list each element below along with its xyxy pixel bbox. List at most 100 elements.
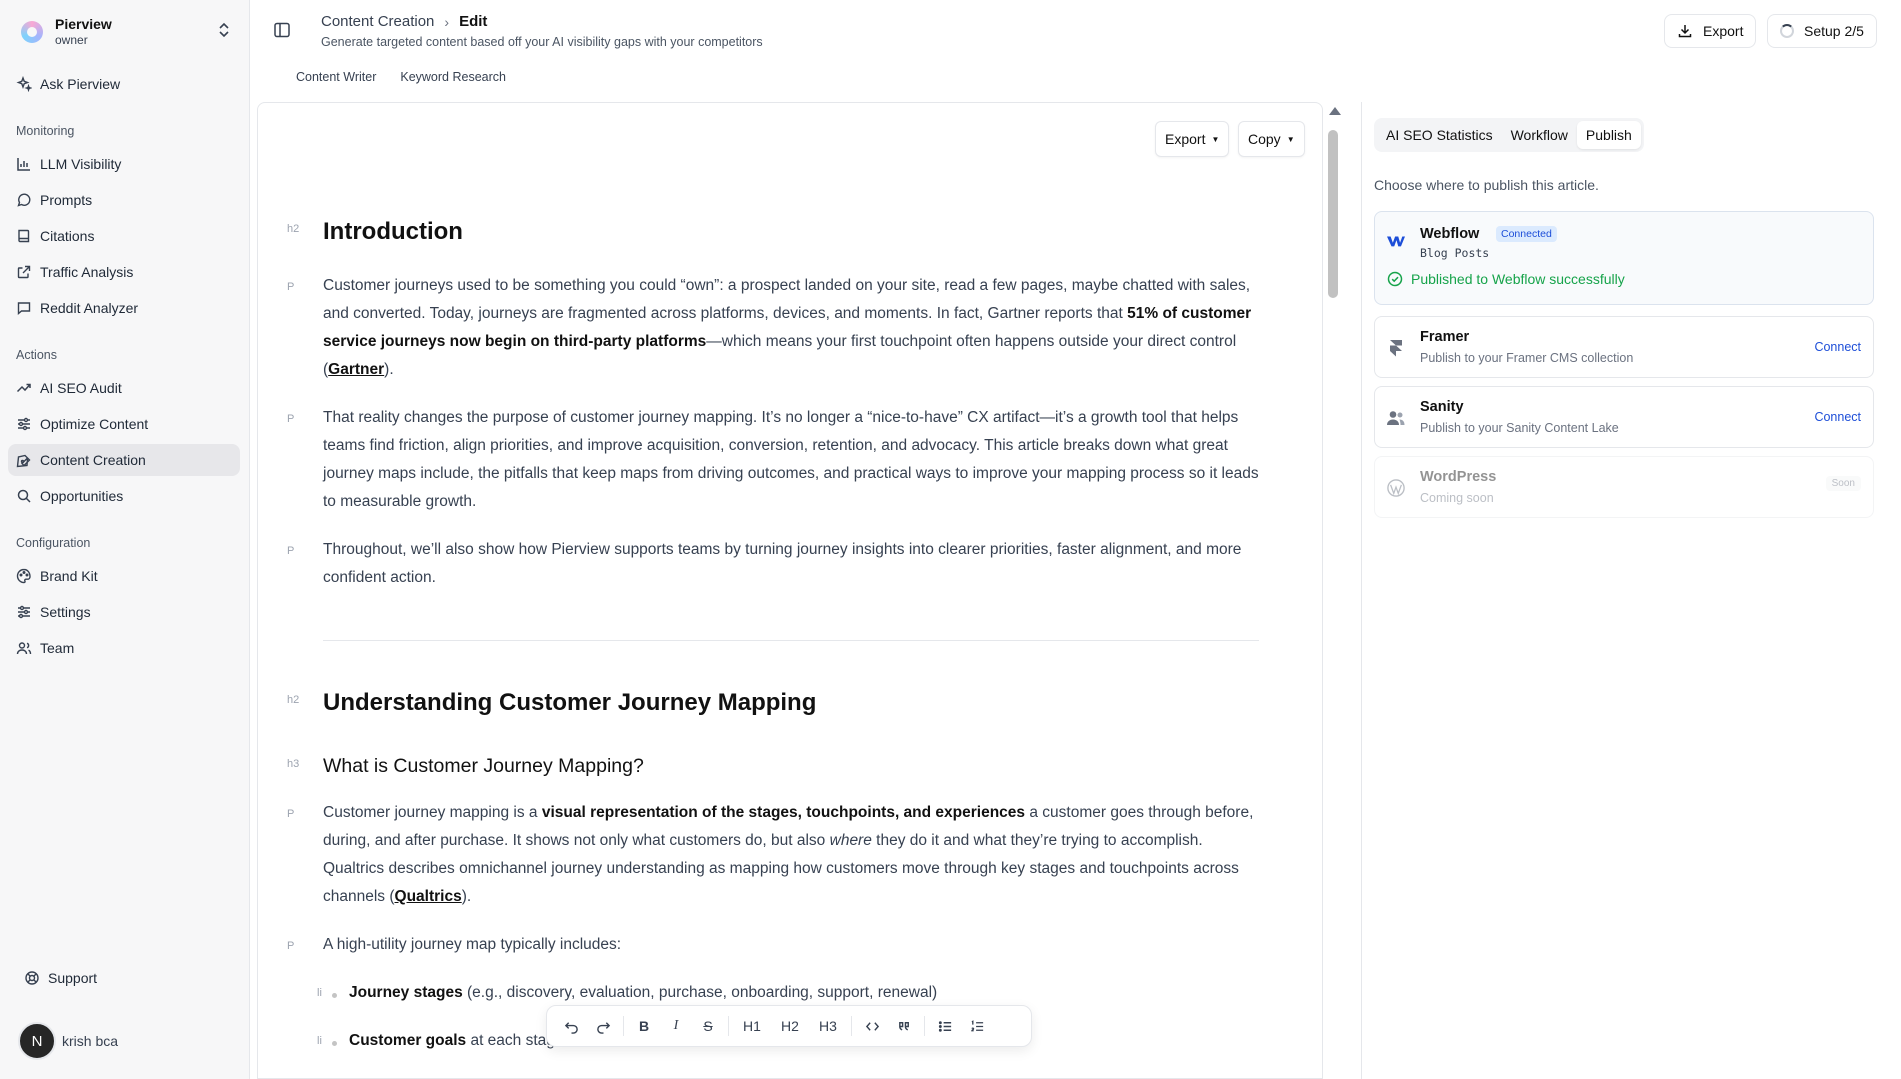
export-button[interactable]: Export bbox=[1664, 14, 1757, 48]
tab-content-writer[interactable]: Content Writer bbox=[284, 66, 388, 88]
nav-label: Ask Pierview bbox=[40, 76, 121, 92]
list-icon bbox=[938, 1020, 951, 1032]
pen-tool-icon bbox=[16, 452, 32, 468]
user-menu[interactable]: N krish bca bbox=[18, 1022, 118, 1060]
citation-link-gartner[interactable]: Gartner bbox=[328, 361, 384, 378]
heading-understanding[interactable]: Understanding Customer Journey Mapping bbox=[323, 689, 1259, 717]
workspace-logo bbox=[21, 21, 43, 43]
h2-button[interactable]: H2 bbox=[771, 1012, 809, 1040]
code-button[interactable] bbox=[856, 1012, 888, 1040]
check-circle-icon bbox=[1387, 271, 1403, 287]
tab-publish[interactable]: Publish bbox=[1576, 121, 1641, 149]
editor-scrollbar[interactable] bbox=[1326, 102, 1341, 1079]
nav-label: LLM Visibility bbox=[40, 156, 122, 172]
publish-instructions: Choose where to publish this article. bbox=[1374, 177, 1599, 193]
nav-opportunities[interactable]: Opportunities bbox=[8, 480, 240, 512]
italic-button[interactable]: I bbox=[660, 1012, 692, 1040]
tab-ai-seo-statistics[interactable]: AI SEO Statistics bbox=[1377, 121, 1502, 149]
connected-badge: Connected bbox=[1496, 226, 1557, 242]
nav-settings[interactable]: Settings bbox=[8, 596, 240, 628]
integration-card-webflow[interactable]: Webflow Connected Blog Posts Published t… bbox=[1374, 211, 1874, 305]
breadcrumb-content-creation[interactable]: Content Creation bbox=[321, 13, 434, 30]
bold-button[interactable]: B bbox=[628, 1012, 660, 1040]
tab-workflow[interactable]: Workflow bbox=[1502, 121, 1577, 149]
nav-content-creation[interactable]: Content Creation bbox=[8, 444, 240, 476]
h3-button[interactable]: H3 bbox=[809, 1012, 847, 1040]
connect-framer-button[interactable]: Connect bbox=[1814, 340, 1861, 354]
support-link[interactable]: Support bbox=[16, 962, 240, 994]
format-toolbar: B I S H1 H2 H3 bbox=[546, 1005, 1032, 1047]
chevron-right-icon: › bbox=[444, 13, 450, 30]
redo-button[interactable] bbox=[587, 1012, 619, 1040]
list-ordered-icon bbox=[970, 1019, 983, 1031]
editor-export-dropdown[interactable]: Export ▼ bbox=[1155, 121, 1230, 157]
setup-progress-button[interactable]: Setup 2/5 bbox=[1767, 14, 1877, 48]
content-tabs: Content Writer Keyword Research bbox=[284, 66, 518, 88]
quote-button[interactable] bbox=[888, 1012, 920, 1040]
caret-down-icon: ▼ bbox=[1211, 134, 1220, 144]
sidebar-toggle-icon[interactable] bbox=[272, 20, 294, 42]
copy-dropdown-label: Copy bbox=[1248, 131, 1281, 147]
list-item[interactable]: Journey stages (e.g., discovery, evaluat… bbox=[349, 984, 937, 1002]
paragraph[interactable]: Throughout, we’ll also show how Pierview… bbox=[323, 536, 1259, 592]
nav-optimize-content[interactable]: Optimize Content bbox=[8, 408, 240, 440]
success-text: Published to Webflow successfully bbox=[1411, 271, 1625, 287]
toolbar-separator bbox=[851, 1016, 852, 1036]
nav-label: Content Creation bbox=[40, 452, 146, 468]
collection-name: Blog Posts bbox=[1420, 246, 1490, 260]
text: at each stag bbox=[466, 1032, 555, 1049]
citation-link-qualtrics[interactable]: Qualtrics bbox=[395, 888, 462, 905]
page-subtitle: Generate targeted content based off your… bbox=[321, 35, 763, 49]
bullet-list-button[interactable] bbox=[929, 1012, 961, 1040]
nav-ask-pierview[interactable]: Ask Pierview bbox=[8, 68, 240, 100]
export-label: Export bbox=[1703, 23, 1744, 39]
heading-introduction[interactable]: Introduction bbox=[323, 218, 1259, 246]
paragraph[interactable]: A high-utility journey map typically inc… bbox=[323, 931, 1259, 959]
text: Customer journeys used to be something y… bbox=[323, 277, 1251, 322]
text: ). bbox=[384, 361, 394, 378]
scroll-thumb[interactable] bbox=[1328, 130, 1338, 298]
wordpress-logo-icon bbox=[1387, 479, 1405, 497]
nav-prompts[interactable]: Prompts bbox=[8, 184, 240, 216]
paragraph[interactable]: That reality changes the purpose of cust… bbox=[323, 404, 1259, 516]
sliders-icon bbox=[16, 416, 32, 432]
nav-reddit-analyzer[interactable]: Reddit Analyzer bbox=[8, 292, 240, 324]
divider bbox=[323, 640, 1259, 641]
integration-description: Publish to your Framer CMS collection bbox=[1420, 351, 1634, 365]
scroll-up-arrow[interactable] bbox=[1329, 107, 1341, 115]
nav-brand-kit[interactable]: Brand Kit bbox=[8, 560, 240, 592]
integration-card-sanity[interactable]: Sanity Publish to your Sanity Content La… bbox=[1374, 386, 1874, 448]
connect-sanity-button[interactable]: Connect bbox=[1814, 410, 1861, 424]
integration-description: Publish to your Sanity Content Lake bbox=[1420, 421, 1619, 435]
block-tag: P bbox=[287, 413, 295, 425]
nav-llm-visibility[interactable]: LLM Visibility bbox=[8, 148, 240, 180]
h1-button[interactable]: H1 bbox=[733, 1012, 771, 1040]
block-tag: P bbox=[287, 545, 295, 557]
undo-button[interactable] bbox=[555, 1012, 587, 1040]
quote-icon bbox=[898, 1021, 909, 1030]
nav-label: AI SEO Audit bbox=[40, 380, 122, 396]
framer-logo-icon bbox=[1387, 339, 1405, 357]
list-item[interactable]: Customer goals at each stag bbox=[349, 1032, 555, 1050]
article-editor[interactable]: Export ▼ Copy ▼ h2 Introduction P Customer… bbox=[257, 102, 1323, 1079]
breadcrumb: Content Creation › Edit bbox=[321, 13, 487, 30]
tab-keyword-research[interactable]: Keyword Research bbox=[388, 66, 518, 88]
paragraph[interactable]: Customer journeys used to be something y… bbox=[323, 272, 1259, 384]
strikethrough-button[interactable]: S bbox=[692, 1012, 724, 1040]
nav-ai-seo-audit[interactable]: AI SEO Audit bbox=[8, 372, 240, 404]
text: ). bbox=[461, 888, 472, 905]
block-tag: h3 bbox=[287, 758, 300, 770]
toolbar-separator bbox=[728, 1016, 729, 1036]
nav-citations[interactable]: Citations bbox=[8, 220, 240, 252]
ordered-list-button[interactable] bbox=[961, 1012, 993, 1040]
undo-icon bbox=[564, 1021, 578, 1034]
download-icon bbox=[1678, 25, 1692, 38]
workspace-switcher[interactable]: Pierview owner bbox=[14, 12, 240, 52]
editor-copy-dropdown[interactable]: Copy ▼ bbox=[1238, 121, 1305, 157]
integration-card-framer[interactable]: Framer Publish to your Framer CMS collec… bbox=[1374, 316, 1874, 378]
paragraph[interactable]: Customer journey mapping is a visual rep… bbox=[323, 799, 1259, 911]
nav-traffic-analysis[interactable]: Traffic Analysis bbox=[8, 256, 240, 288]
heading-what-is[interactable]: What is Customer Journey Mapping? bbox=[323, 755, 1259, 778]
loader-icon bbox=[1780, 24, 1794, 38]
nav-team[interactable]: Team bbox=[8, 632, 240, 664]
